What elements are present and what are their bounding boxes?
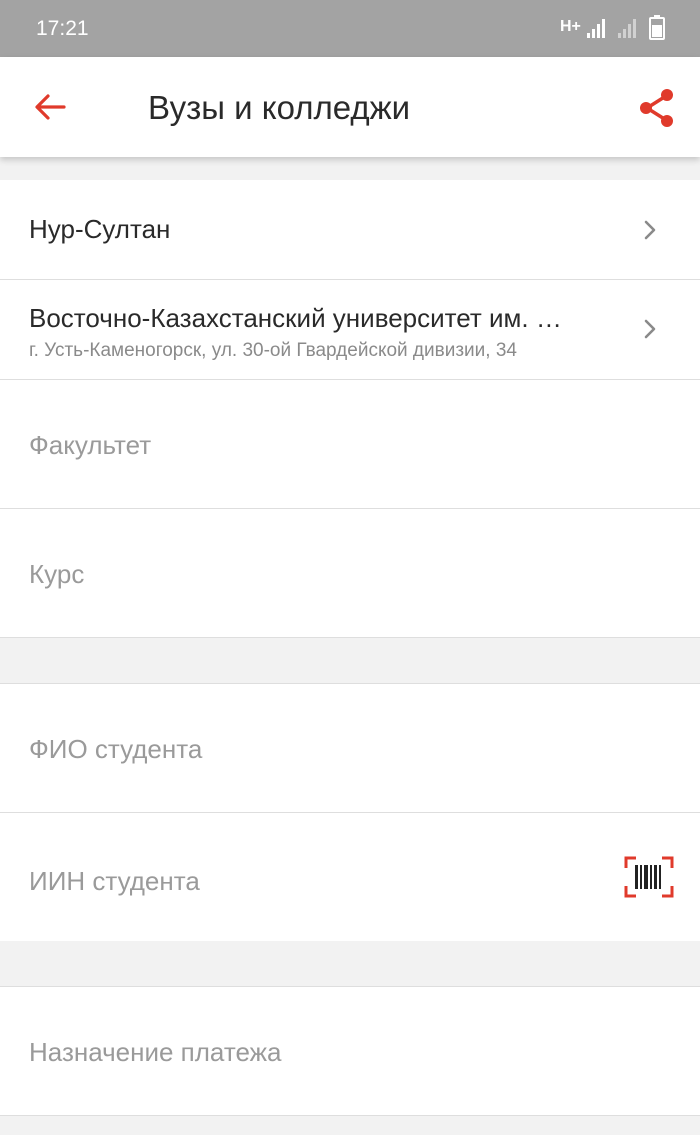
battery-icon bbox=[649, 15, 665, 40]
course-placeholder: Курс bbox=[29, 559, 85, 589]
page-title: Вузы и колледжи bbox=[148, 89, 411, 126]
payment-purpose-field[interactable]: Назначение платежа bbox=[0, 987, 700, 1115]
arrow-back-icon[interactable] bbox=[30, 87, 70, 127]
university-name: Восточно-Казахстанский университет им. … bbox=[29, 303, 562, 333]
share-icon[interactable] bbox=[636, 87, 678, 129]
student-iin-placeholder: ИИН студента bbox=[29, 866, 200, 896]
city-label: Нур-Султан bbox=[29, 214, 171, 244]
city-selector[interactable]: Нур-Султан bbox=[0, 180, 700, 279]
divider bbox=[0, 637, 700, 638]
student-name-placeholder: ФИО студента bbox=[29, 734, 203, 764]
signal-strength-icon bbox=[587, 19, 605, 38]
chevron-right-icon bbox=[644, 319, 656, 339]
signal-strength-secondary-icon bbox=[618, 19, 636, 38]
chevron-right-icon bbox=[644, 220, 656, 240]
status-time: 17:21 bbox=[36, 17, 89, 40]
course-field[interactable]: Курс bbox=[0, 509, 700, 637]
university-address: г. Усть-Каменогорск, ул. 30-ой Гвардейск… bbox=[29, 340, 517, 361]
student-name-field[interactable]: ФИО студента bbox=[0, 684, 700, 812]
faculty-field[interactable]: Факультет bbox=[0, 380, 700, 508]
student-iin-field[interactable]: ИИН студента bbox=[0, 813, 700, 941]
app-bar: Вузы и колледжи bbox=[0, 57, 700, 157]
faculty-placeholder: Факультет bbox=[29, 430, 152, 460]
divider bbox=[0, 1115, 700, 1116]
status-bar: 17:21 H+ bbox=[0, 0, 700, 57]
network-type: H+ bbox=[560, 18, 581, 35]
payment-purpose-placeholder: Назначение платежа bbox=[29, 1037, 282, 1067]
university-selector[interactable]: Восточно-Казахстанский университет им. …… bbox=[0, 280, 700, 379]
barcode-scan-icon[interactable] bbox=[624, 856, 674, 898]
